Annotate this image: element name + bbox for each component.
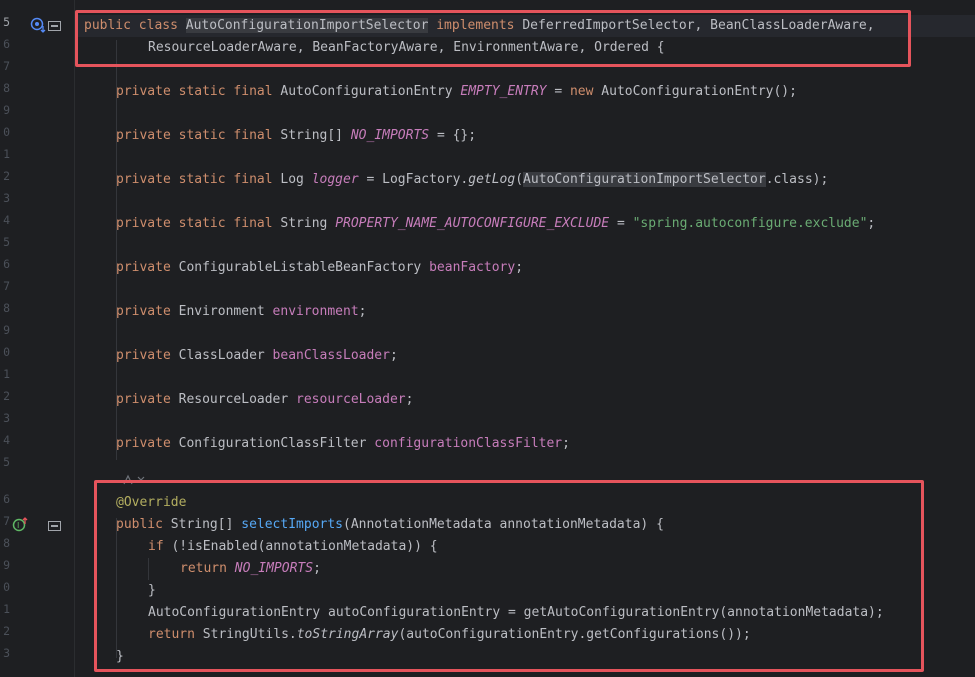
operator: =	[546, 84, 570, 99]
code-text: ;	[405, 392, 414, 407]
keyword: final	[233, 172, 273, 187]
keyword: private	[116, 304, 171, 319]
field-type: String[]	[280, 128, 344, 143]
implementation-marker-icon[interactable]	[30, 17, 48, 37]
line-number: 2	[3, 624, 10, 638]
keyword: new	[569, 84, 594, 99]
line-number: 8	[3, 81, 10, 95]
keyword: private	[116, 392, 171, 407]
code-line-field[interactable]: private static final Log logger = LogFac…	[116, 169, 828, 191]
line-number: 5	[3, 15, 10, 29]
override-marker-icon[interactable]: I	[12, 517, 30, 537]
highlight-box-class-declaration	[75, 10, 911, 67]
line-number: 1	[3, 602, 10, 616]
line-number: 8	[3, 536, 10, 550]
field-name: resourceLoader	[296, 392, 406, 407]
keyword: final	[233, 128, 273, 143]
line-number: 6	[3, 492, 10, 506]
code-text: ;	[562, 436, 570, 451]
field-type: String	[280, 216, 328, 231]
line-number: 8	[3, 301, 10, 315]
line-number: 0	[3, 580, 10, 594]
line-number: 7	[3, 514, 10, 528]
initializer: = {};	[429, 128, 477, 143]
code-text: ;	[867, 216, 876, 231]
line-number: 7	[3, 59, 10, 73]
method-call: getLog	[468, 172, 516, 187]
code-text: ;	[358, 304, 367, 319]
code-line-field[interactable]: private static final AutoConfigurationEn…	[116, 81, 797, 103]
field-name: PROPERTY_NAME_AUTOCONFIGURE_EXCLUDE	[335, 216, 610, 231]
field-type: Environment	[178, 304, 265, 319]
field-name: beanClassLoader	[272, 348, 390, 363]
line-number: 0	[3, 125, 10, 139]
highlight-box-select-imports-method	[94, 480, 924, 672]
code-text: ;	[389, 348, 398, 363]
keyword: static	[178, 172, 226, 187]
keyword: private	[116, 436, 171, 451]
keyword: static	[178, 128, 226, 143]
field-name: beanFactory	[429, 260, 516, 275]
keyword: private	[116, 260, 171, 275]
code-text: .class);	[765, 172, 829, 187]
line-number: 7	[3, 279, 10, 293]
field-type: ConfigurableListableBeanFactory	[178, 260, 422, 275]
line-number: 3	[3, 646, 10, 660]
line-number: 0	[3, 345, 10, 359]
line-number: 1	[3, 367, 10, 381]
svg-text:I: I	[17, 521, 19, 530]
line-number: 9	[3, 323, 10, 337]
line-number: 1	[3, 147, 10, 161]
operator: =	[609, 216, 633, 231]
field-name: configurationClassFilter	[374, 436, 563, 451]
keyword: private	[116, 128, 171, 143]
field-name: environment	[272, 304, 359, 319]
line-number: 3	[3, 191, 10, 205]
code-line-field[interactable]: private ConfigurationClassFilter configu…	[116, 433, 570, 455]
line-number: 3	[3, 411, 10, 425]
keyword: private	[116, 172, 171, 187]
string-literal: "spring.autoconfigure.exclude"	[632, 216, 868, 231]
code-line-field[interactable]: private static final String[] NO_IMPORTS…	[116, 125, 476, 147]
code-line-field[interactable]: private static final String PROPERTY_NAM…	[116, 213, 875, 235]
constructor-call: AutoConfigurationEntry();	[601, 84, 797, 99]
field-type: AutoConfigurationEntry	[280, 84, 453, 99]
field-name: logger	[311, 172, 359, 187]
field-type: ConfigurationClassFilter	[178, 436, 367, 451]
field-name: EMPTY_ENTRY	[460, 84, 547, 99]
keyword: private	[116, 348, 171, 363]
code-text: (	[515, 172, 524, 187]
line-number: 2	[3, 169, 10, 183]
field-type: Log	[280, 172, 304, 187]
gutter-separator	[74, 0, 75, 677]
keyword: final	[233, 216, 273, 231]
line-number: 9	[3, 103, 10, 117]
class-reference: AutoConfigurationImportSelector	[523, 172, 766, 187]
line-number: 5	[3, 235, 10, 249]
keyword: private	[116, 84, 171, 99]
code-text: ;	[515, 260, 524, 275]
line-number: 9	[3, 558, 10, 572]
line-number: 4	[3, 213, 10, 227]
hide-code-icon[interactable]	[48, 520, 61, 535]
code-line-field[interactable]: private ClassLoader beanClassLoader;	[116, 345, 398, 367]
line-number: 2	[3, 389, 10, 403]
line-number: 5	[3, 455, 10, 469]
code-line-field[interactable]: private ResourceLoader resourceLoader;	[116, 389, 413, 411]
keyword: final	[233, 84, 273, 99]
keyword: static	[178, 216, 226, 231]
field-name: NO_IMPORTS	[350, 128, 430, 143]
code-text: = LogFactory.	[358, 172, 469, 187]
code-line-field[interactable]: private ConfigurableListableBeanFactory …	[116, 257, 523, 279]
field-type: ClassLoader	[178, 348, 265, 363]
line-number: 6	[3, 37, 10, 51]
hide-code-icon[interactable]	[48, 20, 61, 35]
field-type: ResourceLoader	[178, 392, 289, 407]
keyword: private	[116, 216, 171, 231]
editor-gutter	[0, 0, 74, 677]
line-number: 4	[3, 433, 10, 447]
keyword: static	[178, 84, 226, 99]
line-number: 6	[3, 257, 10, 271]
code-line-field[interactable]: private Environment environment;	[116, 301, 366, 323]
